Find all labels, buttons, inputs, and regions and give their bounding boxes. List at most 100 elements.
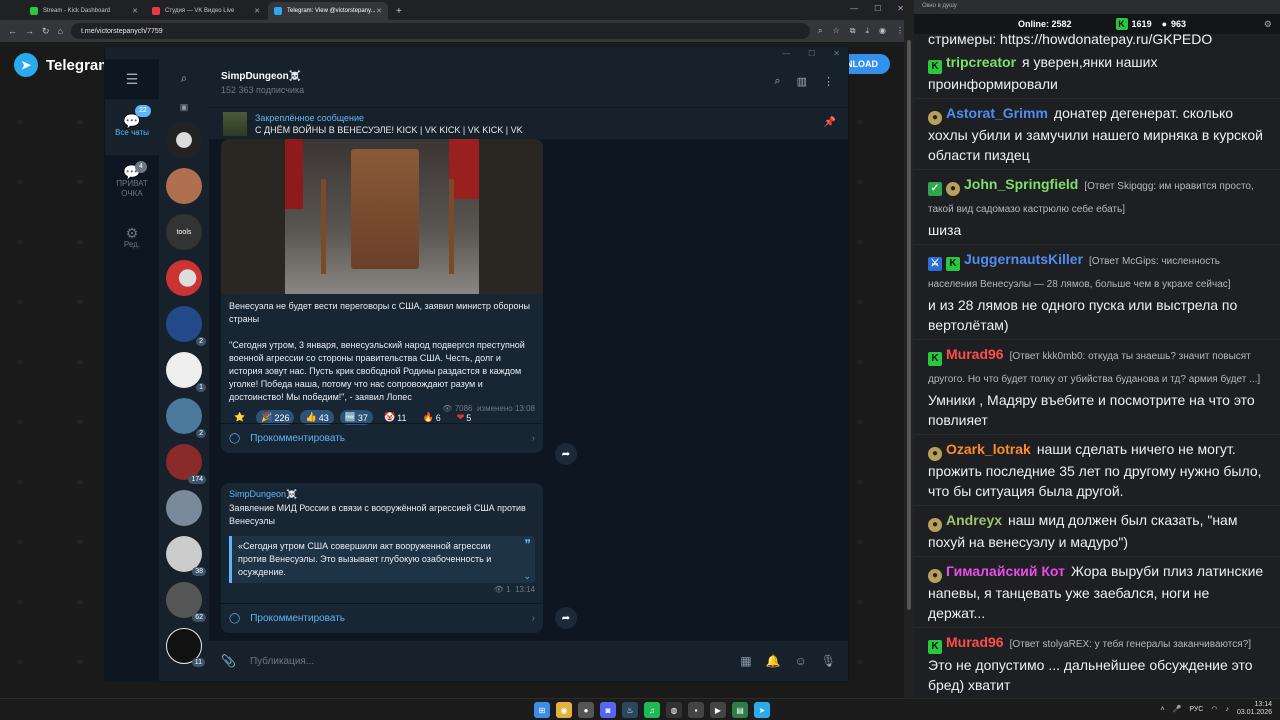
chat-username[interactable]: Ozark_lotrak bbox=[946, 441, 1031, 457]
microphone-icon[interactable]: 🎙 bbox=[821, 654, 836, 668]
chat-username[interactable]: JuggernautsKiller bbox=[964, 251, 1083, 267]
chat-avatar[interactable]: 174 bbox=[166, 444, 206, 484]
chat-message: Ktripcreator я уверен,янки наших проинфор… bbox=[914, 48, 1280, 99]
chat-username[interactable]: Гималайский Кот bbox=[946, 563, 1065, 579]
app-icon[interactable]: ▶ bbox=[710, 702, 726, 718]
close-window-icon[interactable]: ✕ bbox=[897, 4, 904, 13]
folder-all-chats[interactable]: 💬 22 Все чаты bbox=[105, 99, 159, 155]
minimize-icon[interactable]: — bbox=[782, 49, 790, 58]
discord-icon[interactable]: ◙ bbox=[600, 702, 616, 718]
download-icon[interactable]: ⤓ bbox=[865, 26, 869, 36]
chat-username[interactable]: Murad96 bbox=[946, 346, 1004, 362]
minimize-icon[interactable]: — bbox=[850, 4, 858, 13]
post-author[interactable]: SimpDungeon☠️ bbox=[221, 483, 543, 500]
chat-avatar[interactable] bbox=[166, 168, 202, 204]
tab-telegram[interactable]: Telegram: View @victorstepany... ✕ bbox=[268, 2, 388, 20]
scrollbar-thumb[interactable] bbox=[907, 40, 911, 610]
obs-icon[interactable]: ◍ bbox=[666, 702, 682, 718]
chat-avatar[interactable]: 1 bbox=[166, 352, 206, 392]
bookmark-star-icon[interactable]: ☆ bbox=[833, 26, 840, 36]
maximize-icon[interactable]: ☐ bbox=[808, 49, 815, 58]
chat-avatar[interactable] bbox=[166, 260, 202, 296]
maximize-icon[interactable]: ☐ bbox=[874, 4, 881, 13]
close-icon[interactable]: ✕ bbox=[254, 7, 260, 15]
steam-icon[interactable]: ♨ bbox=[622, 702, 638, 718]
sidebar-toggle-icon[interactable]: ▥ bbox=[797, 75, 807, 88]
chat-avatar[interactable]: 2 bbox=[166, 306, 206, 346]
folder-edit[interactable]: ⚙ Ред. bbox=[105, 211, 159, 267]
chat-avatar[interactable] bbox=[166, 490, 202, 526]
chat-username[interactable]: John_Springfield bbox=[964, 176, 1078, 192]
menu-dots-icon[interactable]: ⋮ bbox=[896, 26, 904, 36]
bell-icon[interactable]: 🔔 bbox=[766, 654, 781, 668]
app-icon[interactable]: ▤ bbox=[732, 702, 748, 718]
chat-username[interactable]: Murad96 bbox=[946, 634, 1004, 650]
chat-avatar[interactable] bbox=[166, 122, 202, 158]
volume-icon[interactable]: ♪ bbox=[1225, 706, 1229, 713]
attach-icon[interactable]: 📎 bbox=[221, 654, 236, 668]
tab-vk-studio[interactable]: Студия — VK Видео Live ✕ bbox=[146, 2, 266, 20]
scrollbar[interactable] bbox=[904, 0, 914, 698]
spotify-icon[interactable]: ♫ bbox=[644, 702, 660, 718]
reply-context[interactable]: [Ответ stolyaREX: у тебя генералы заканч… bbox=[1010, 639, 1251, 650]
share-button[interactable]: ➦ bbox=[555, 443, 577, 465]
close-icon[interactable]: ✕ bbox=[132, 7, 138, 15]
wifi-icon[interactable]: ◠ bbox=[1211, 705, 1217, 713]
tab-bar: Stream - Kick Dashboard ✕ Студия — VK Ви… bbox=[0, 0, 912, 20]
search-icon[interactable]: ⌕ bbox=[159, 59, 209, 97]
pinned-thumbnail bbox=[223, 111, 247, 136]
schedule-icon[interactable]: ▦ bbox=[740, 654, 751, 668]
zoom-icon[interactable]: ⌕ bbox=[818, 26, 822, 36]
chat-avatar[interactable]: 2 bbox=[166, 398, 206, 438]
chat-avatar[interactable]: 62 bbox=[166, 582, 206, 622]
hamburger-menu-icon[interactable]: ☰ bbox=[105, 59, 159, 99]
app-icon[interactable]: ● bbox=[578, 702, 594, 718]
pinned-label: Закреплённое сообщение bbox=[255, 112, 365, 123]
mic-icon[interactable]: 🎤 bbox=[1173, 705, 1182, 713]
chat-avatar[interactable]: tools bbox=[166, 214, 202, 250]
clock[interactable]: 13:14 03.01.2026 bbox=[1237, 701, 1272, 717]
quote-block[interactable]: «Сегодня утром США совершили акт вооруже… bbox=[229, 536, 535, 583]
chat-avatar[interactable]: 38 bbox=[166, 536, 206, 576]
star-icon: ⭐ bbox=[234, 412, 246, 422]
close-icon[interactable]: ✕ bbox=[833, 49, 840, 58]
back-icon[interactable]: ← bbox=[8, 26, 17, 36]
forward-icon[interactable]: → bbox=[25, 26, 34, 36]
more-icon[interactable]: ⋮ bbox=[823, 75, 834, 88]
gear-icon[interactable]: ⚙ bbox=[1264, 19, 1272, 30]
lang-indicator[interactable]: РУС bbox=[1189, 706, 1203, 713]
post-photo[interactable] bbox=[221, 139, 543, 294]
app-icon[interactable]: ▪ bbox=[688, 702, 704, 718]
new-tab-button[interactable]: + bbox=[390, 6, 408, 20]
emoji-icon[interactable]: ☺ bbox=[795, 654, 807, 668]
close-icon[interactable]: ✕ bbox=[376, 7, 382, 15]
folder-private[interactable]: 💬 4 ПРИВАТ ОЧКА bbox=[105, 155, 159, 211]
reload-icon[interactable]: ↻ bbox=[42, 26, 50, 37]
chat-username[interactable]: tripcreator bbox=[946, 54, 1016, 70]
profile-icon[interactable]: ◉ bbox=[879, 26, 886, 36]
channel-name: SimpDungeon☠️ bbox=[221, 71, 302, 82]
message-input[interactable]: Публикация... bbox=[250, 656, 726, 667]
chat-username[interactable]: Andreyx bbox=[946, 512, 1002, 528]
telegram-logo[interactable]: ➤ Telegram bbox=[14, 53, 112, 77]
post-text: Венесуэла не будет вести переговоры с СШ… bbox=[229, 301, 530, 402]
address-bar[interactable]: t.me/victorstepanych/7759 bbox=[70, 23, 811, 39]
telegram-icon[interactable]: ➤ bbox=[754, 702, 770, 718]
tab-kick-dashboard[interactable]: Stream - Kick Dashboard ✕ bbox=[24, 2, 144, 20]
chrome-icon[interactable]: ◉ bbox=[556, 702, 572, 718]
search-icon[interactable]: ⌕ bbox=[774, 75, 780, 88]
chat-username[interactable]: Astorat_Grimm bbox=[946, 105, 1048, 121]
chevron-down-icon[interactable]: ⌄ bbox=[523, 570, 531, 583]
pinned-message-bar[interactable]: Закреплённое сообщение С ДНЁМ ВОЙНЫ В ВЕ… bbox=[209, 107, 848, 139]
comment-link[interactable]: ◯ Прокомментировать › bbox=[221, 603, 543, 633]
start-icon[interactable]: ⊞ bbox=[534, 702, 550, 718]
comment-link[interactable]: ◯ Прокомментировать › bbox=[221, 423, 543, 453]
channel-header[interactable]: SimpDungeon☠️ 152 363 подписчика ⌕ ▥ ⋮ bbox=[209, 59, 848, 107]
chevron-up-icon[interactable]: ˄ bbox=[1161, 706, 1165, 713]
archive-icon[interactable]: ▣ bbox=[159, 97, 209, 117]
home-icon[interactable]: ⌂ bbox=[58, 26, 63, 36]
extensions-icon[interactable]: ⧉ bbox=[850, 26, 856, 36]
share-button[interactable]: ➦ bbox=[555, 607, 577, 629]
chat-avatar[interactable]: 11 bbox=[166, 628, 205, 667]
pin-list-icon[interactable]: 📌 bbox=[824, 117, 836, 128]
